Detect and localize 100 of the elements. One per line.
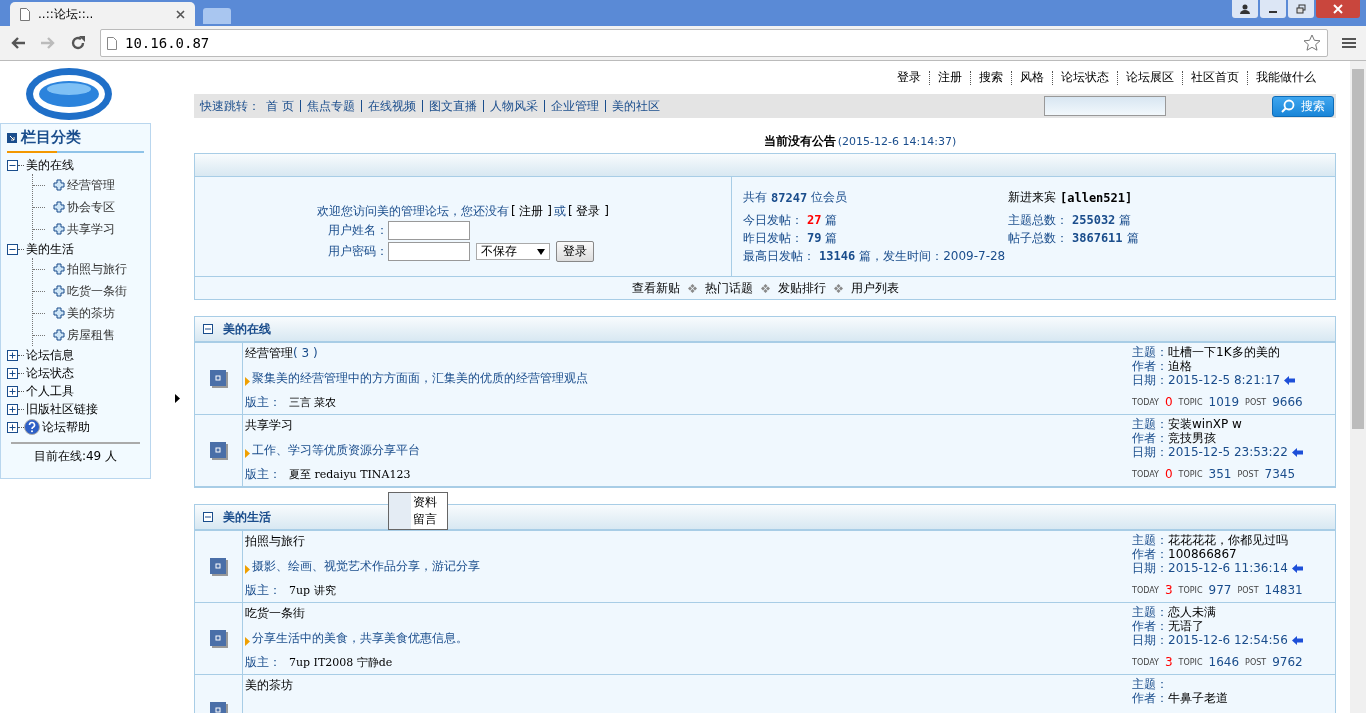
top-nav-link[interactable]: 风格 (1020, 69, 1044, 86)
menu-item[interactable]: 留言 (389, 511, 447, 528)
quick-link[interactable]: 企业管理 (550, 97, 599, 115)
tree-toggle-icon[interactable] (7, 403, 18, 415)
back-icon[interactable] (10, 36, 26, 50)
tree-toggle-icon[interactable] (7, 421, 18, 433)
collapse-arrow-icon[interactable] (175, 394, 180, 403)
last-post-value: 100866867 (1168, 547, 1237, 561)
username-field[interactable] (388, 221, 470, 240)
tree-toggle-icon[interactable] (7, 349, 18, 361)
top-nav-link[interactable]: 搜索 (979, 69, 1003, 86)
moderator-names: 7up IT2008 宁静de (289, 656, 393, 669)
tree-item[interactable]: 论坛信息 (26, 346, 74, 364)
stat-number: 14831 (1264, 583, 1303, 597)
quick-link[interactable]: 美的社区 (611, 97, 660, 115)
browser-tab[interactable]: ..::论坛::.. (10, 2, 195, 26)
tree-item[interactable]: 房屋租售 (67, 326, 115, 344)
tree-toggle-icon[interactable] (7, 367, 18, 379)
forum-link[interactable]: 查看新贴 (631, 279, 680, 297)
section-title[interactable]: 美的生活 (223, 508, 271, 526)
tree-item[interactable]: 协会专区 (67, 198, 115, 216)
user-icon[interactable] (1232, 0, 1258, 18)
quick-link[interactable]: 首 页 (266, 97, 294, 115)
login-button[interactable]: 登录 (556, 241, 594, 262)
bbs-logo[interactable] (24, 65, 114, 123)
stat-label: TOPIC (1178, 585, 1203, 595)
tree-item[interactable]: 拍照与旅行 (67, 260, 127, 278)
register-link[interactable]: [ 注册 ] (511, 203, 552, 220)
forum-icon (209, 701, 228, 713)
forum-link[interactable]: 发贴排行 (777, 279, 826, 297)
forum-name[interactable]: 吃货一条街 (245, 606, 305, 620)
arrow-icon[interactable] (1291, 635, 1303, 645)
close-icon[interactable] (176, 9, 185, 19)
tree-item[interactable]: 个人工具 (26, 382, 74, 400)
tree-item[interactable]: 论坛帮助 (42, 418, 90, 436)
forum-name[interactable]: 共享学习 (245, 418, 293, 432)
arrow-icon[interactable] (1291, 563, 1303, 573)
top-nav-link[interactable]: 论坛状态 (1061, 69, 1109, 86)
tree-toggle-icon[interactable] (7, 243, 18, 255)
login-link[interactable]: [ 登录 ] (568, 203, 609, 220)
quick-link[interactable]: 人物风采 (489, 97, 538, 115)
password-field[interactable] (388, 242, 470, 261)
page-icon (20, 7, 30, 21)
address-bar[interactable]: 10.16.0.87 (100, 29, 1328, 57)
moderator-names: 夏至 redaiyu TINA123 (289, 468, 411, 481)
tree-item[interactable]: 美的在线 (26, 156, 74, 174)
top-nav-link[interactable]: 注册 (938, 69, 962, 86)
moderator-label: 版主： (245, 583, 281, 597)
tree-toggle-icon[interactable] (7, 159, 18, 171)
arrow-icon[interactable] (1291, 447, 1303, 457)
forum-link[interactable]: 用户列表 (850, 279, 899, 297)
moderator-label: 版主： (245, 655, 281, 669)
top-nav-link[interactable]: 我能做什么 (1256, 69, 1316, 86)
search-field[interactable] (1044, 96, 1166, 116)
arrow-icon[interactable] (1284, 375, 1296, 385)
tree-item[interactable]: 旧版社区链接 (26, 400, 98, 418)
stat-value: 87247 (771, 190, 808, 205)
stat-number: 0 (1164, 395, 1173, 409)
restore-icon[interactable] (1288, 0, 1314, 18)
stat-unit: 篇 (825, 211, 838, 229)
section-toggle-icon[interactable] (203, 324, 213, 334)
last-post-value: 牛鼻子老道 (1168, 689, 1228, 707)
close-window-icon[interactable] (1316, 0, 1360, 18)
tree-item[interactable]: 美的生活 (26, 240, 74, 258)
menu-item[interactable]: 资料 (389, 494, 447, 511)
forum-link[interactable]: 热门话题 (704, 279, 753, 297)
stat-value: 79 (807, 231, 822, 245)
top-nav-link[interactable]: 社区首页 (1191, 69, 1239, 86)
tree-item[interactable]: 美的茶坊 (67, 304, 115, 322)
tree-item[interactable]: 吃货一条街 (67, 282, 127, 300)
quick-link[interactable]: 图文直播 (428, 97, 477, 115)
pointer-icon (245, 636, 250, 646)
minimize-icon[interactable] (1260, 0, 1286, 18)
save-select[interactable]: 不保存 (476, 243, 550, 260)
forum-description: 摄影、绘画、视觉艺术作品分享，游记分享 (252, 557, 480, 575)
last-post-value: 2015-12-5 8:21:17 (1168, 373, 1281, 387)
menu-icon[interactable] (1342, 37, 1356, 49)
tree-toggle-icon[interactable] (7, 385, 18, 397)
reload-icon[interactable] (70, 35, 86, 51)
moderator-names: 三言 菜农 (289, 396, 337, 409)
stat-unit: 位会员 (811, 189, 848, 206)
stat-number: 0 (1164, 467, 1173, 481)
stat-label: POST (1237, 585, 1259, 595)
forum-name[interactable]: 拍照与旅行 (245, 534, 305, 548)
tree-item[interactable]: 论坛状态 (26, 364, 74, 382)
section-title[interactable]: 美的在线 (223, 320, 271, 338)
tree-item[interactable]: 共享学习 (67, 220, 115, 238)
top-nav-link[interactable]: 论坛展区 (1126, 69, 1174, 86)
last-post-label: 日期： (1132, 372, 1168, 389)
last-post-label: 作者： (1132, 618, 1168, 634)
forum-name[interactable]: 经营管理 (245, 346, 293, 360)
quick-link[interactable]: 在线视频 (367, 97, 416, 115)
section-toggle-icon[interactable] (203, 512, 213, 522)
quick-link[interactable]: 焦点专题 (306, 97, 355, 115)
scrollbar[interactable] (1350, 61, 1366, 713)
forum-description: 分享生活中的美食，共享美食优惠信息。 (252, 629, 468, 647)
stat-label: 最高日发帖： (743, 247, 815, 265)
forum-name[interactable]: 美的茶坊 (245, 678, 293, 692)
top-nav-link[interactable]: 登录 (897, 69, 921, 86)
tree-item[interactable]: 经营管理 (67, 176, 115, 194)
